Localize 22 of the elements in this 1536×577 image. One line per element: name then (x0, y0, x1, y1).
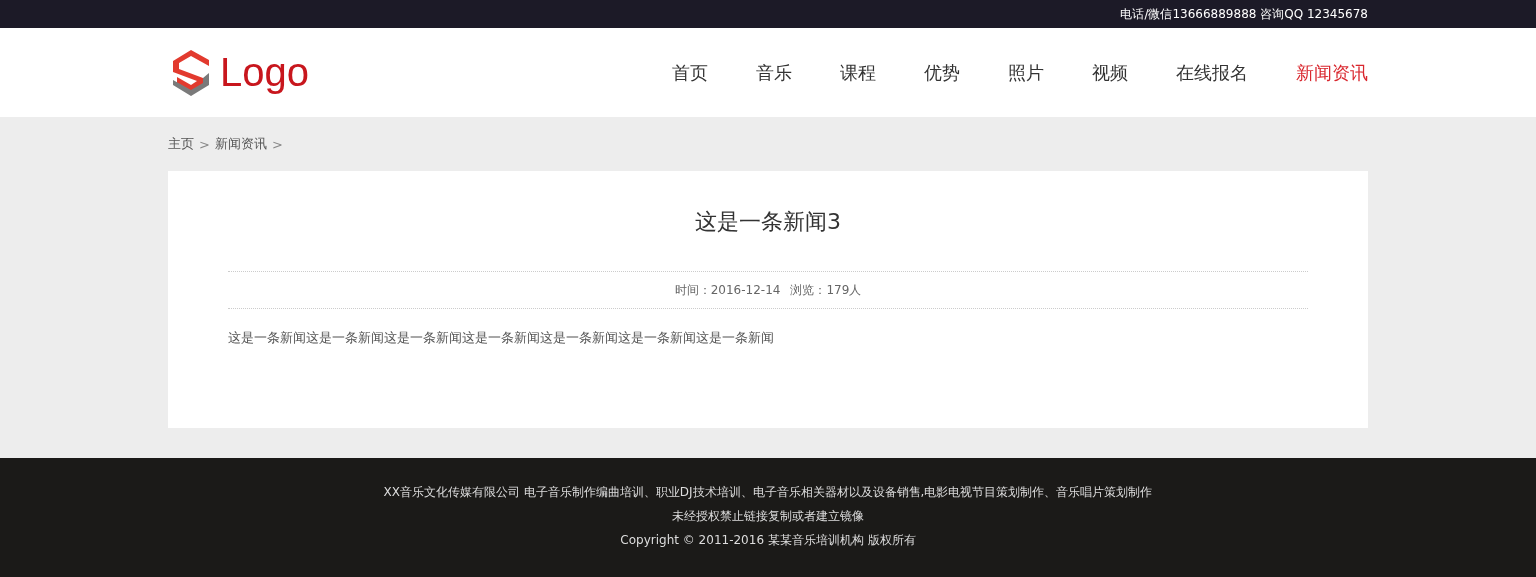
nav-link[interactable]: 音乐 (756, 60, 792, 85)
article-title: 这是一条新闻3 (228, 207, 1308, 272)
publish-date: 时间：2016-12-14 (674, 281, 781, 299)
nav-link[interactable]: 照片 (1008, 60, 1044, 85)
nav-link[interactable]: 在线报名 (1176, 60, 1248, 85)
nav-link[interactable]: 视频 (1092, 60, 1128, 85)
view-count: 浏览：179人 (790, 281, 862, 299)
nav-link[interactable]: 优势 (924, 60, 960, 85)
footer-text: XX音乐文化传媒有限公司 电子音乐制作编曲培训、职业DJ技术培训、电子音乐相关器材以及设备销售,电影电视节目策划制作、音乐唱片策划制作 (383, 484, 1153, 501)
footer-text: 未经授权禁止链接复制或者建立镜像 (672, 508, 864, 525)
breadcrumb-link[interactable]: 新闻资讯 (214, 135, 267, 153)
nav-link[interactable]: 课程 (840, 60, 876, 85)
nav-link[interactable]: 首页 (672, 60, 708, 85)
logo-text: Logo (220, 50, 309, 95)
breadcrumb-separator: > (199, 136, 210, 152)
nav-link[interactable]: 新闻资讯 (1296, 60, 1368, 85)
logo-icon (172, 49, 210, 96)
breadcrumb-link[interactable]: 主页 (168, 135, 194, 153)
contact-info: 电话/微信13666889888 咨询QQ 12345678 (1120, 5, 1368, 23)
breadcrumb-separator: > (271, 136, 283, 152)
footer-text: Copyright © 2011-2016 某某音乐培训机构 版权所有 (620, 532, 916, 549)
article-body: 这是一条新闻这是一条新闻这是一条新闻这是一条新闻这是一条新闻这是一条新闻这是一条新闻 (228, 329, 775, 347)
